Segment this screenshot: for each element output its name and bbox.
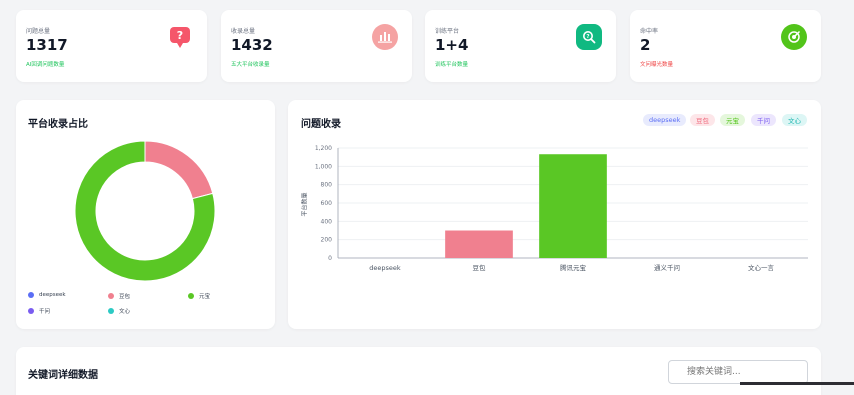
legend-label: 元宝: [199, 294, 211, 300]
filter-pill-doubao[interactable]: 豆包: [690, 114, 715, 126]
x-tick-label: deepseek: [369, 264, 401, 272]
y-tick-label: 1,000: [315, 163, 332, 170]
stat-value: 1317: [26, 36, 68, 54]
panel-title: 关键词详细数据: [28, 370, 98, 381]
stat-sub: 文问曝光数量: [640, 62, 674, 68]
panel-title: 问题收录: [301, 119, 341, 130]
legend-label: 千问: [39, 309, 51, 315]
bar-豆包[interactable]: [445, 230, 513, 259]
legend-label: deepseek: [39, 292, 66, 298]
legend-item-wenxin[interactable]: 文心: [108, 307, 130, 315]
donut-slice-豆包[interactable]: [144, 140, 214, 200]
legend-label: 文心: [119, 309, 131, 315]
stat-label: 收录总量: [231, 28, 256, 35]
stat-value: 1432: [231, 36, 273, 54]
stat-card-collection: 收录总量 1432 五大平台收录量: [221, 10, 412, 82]
svg-text:?: ?: [177, 29, 183, 42]
y-tick-label: 400: [321, 218, 333, 225]
platform-share-card: 平台收录占比 deepseek 豆包 元宝 千问 文心: [16, 100, 275, 329]
y-tick-label: 600: [321, 200, 333, 207]
donut-chart: [74, 140, 216, 282]
question-bubble-icon: ?: [167, 24, 193, 50]
filter-pill-wenxin[interactable]: 文心: [782, 114, 807, 126]
legend-item-yuanbao[interactable]: 元宝: [188, 292, 210, 300]
bar-chart: 0 200 400 600 800 1,000 1,200 deepseek 豆包 腾讯元宝 通义千…: [315, 145, 808, 272]
svg-text:?: ?: [586, 34, 589, 40]
question-collection-card: 问题收录 deepseek 豆包 元宝 千问 文心 0 200 400 600 800 1…: [288, 100, 821, 329]
stat-card-hit-rate: 命中率 2 文问曝光数量: [630, 10, 821, 82]
legend-item-deepseek[interactable]: deepseek: [28, 292, 66, 298]
stat-label: 训练平台: [435, 28, 460, 35]
keyword-search-input[interactable]: [668, 360, 808, 384]
stat-sub: 五大平台收录量: [231, 62, 270, 68]
stat-card-questions: 问题总量 1317 AI回调问题数量 ?: [16, 10, 207, 82]
stat-sub: AI回调问题数量: [26, 62, 65, 68]
x-tick-label: 通义千问: [654, 263, 680, 272]
stat-label: 问题总量: [26, 28, 51, 35]
y-axis-label: 平台数量: [301, 192, 309, 217]
stat-value: 2: [640, 36, 651, 54]
target-icon: [781, 24, 807, 50]
stat-label: 命中率: [640, 28, 659, 35]
legend-dot: [28, 308, 34, 314]
legend-item-doubao[interactable]: 豆包: [108, 292, 130, 300]
x-tick-label: 腾讯元宝: [560, 263, 587, 272]
x-tick-label: 豆包: [473, 263, 487, 272]
stat-value: 1+4: [435, 36, 469, 54]
legend-dot: [108, 308, 114, 314]
y-tick-label: 1,200: [315, 145, 332, 152]
bar-腾讯元宝[interactable]: [539, 154, 607, 258]
legend-dot: [108, 293, 114, 299]
legend-dot: [28, 292, 34, 298]
x-tick-label: 文心一言: [748, 263, 775, 272]
y-tick-label: 200: [321, 237, 333, 244]
bottom-bar: [740, 382, 854, 385]
legend-label: 豆包: [119, 294, 131, 300]
panel-title: 平台收录占比: [28, 119, 88, 130]
bar-chart-icon: [372, 24, 398, 50]
stat-sub: 训练平台数量: [435, 62, 469, 68]
filter-pill-yuanbao[interactable]: 元宝: [720, 114, 745, 126]
stat-card-platforms: 训练平台 1+4 训练平台数量 ?: [425, 10, 616, 82]
filter-pill-deepseek[interactable]: deepseek: [643, 114, 687, 126]
search-icon: ?: [576, 24, 602, 50]
y-tick-label: 0: [328, 255, 332, 262]
legend-dot: [188, 293, 194, 299]
legend-item-qianwen[interactable]: 千问: [28, 307, 50, 315]
y-tick-label: 800: [321, 182, 333, 189]
filter-pill-qianwen[interactable]: 千问: [751, 114, 776, 126]
